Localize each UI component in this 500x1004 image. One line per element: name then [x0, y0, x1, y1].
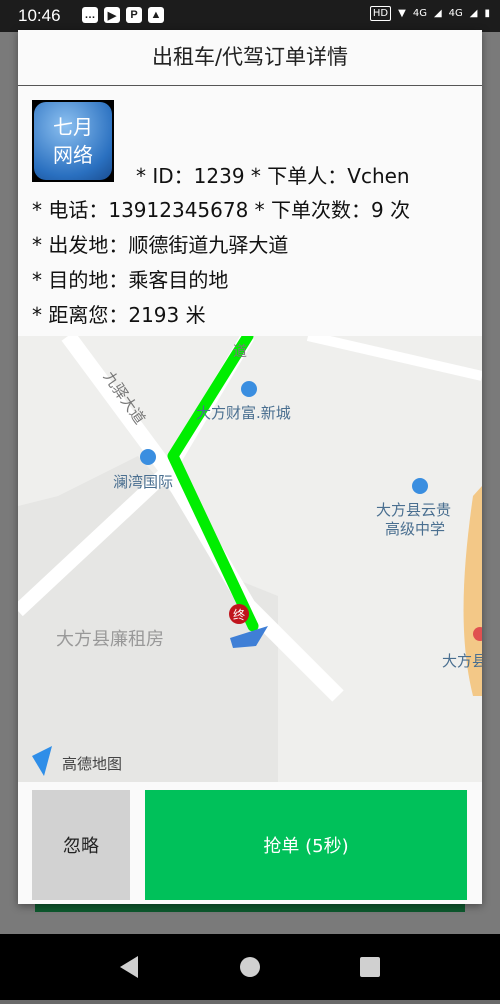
info-id-user: * ID：1239 * 下单人：Vchen — [136, 164, 410, 188]
map-view[interactable]: 终 九驿大道 道 大方财富.新城 澜湾国际 大方县云贵 高级中学 大方县廉租房 … — [18, 336, 482, 818]
end-marker-label: 终 — [233, 607, 245, 622]
poi-label-1: 大方财富.新城 — [196, 404, 291, 422]
school-icon — [412, 478, 428, 494]
order-dialog: 出租车/代驾订单详情 七月 网络 * ID：1239 * 下单人：Vchen *… — [18, 30, 482, 904]
info-destination: * 目的地：乘客目的地 — [32, 268, 229, 292]
p-app-icon: P — [126, 7, 142, 23]
status-bar: 10:46 … ▶ P ▲ HD ▼ 4G ◢ 4G ◢ ▮ — [0, 0, 500, 32]
nav-buttons — [120, 956, 380, 978]
battery-icon: ▮ — [484, 8, 490, 19]
signal-icon-2: ◢ — [469, 8, 478, 19]
road-label-top: 道 — [233, 344, 247, 360]
navigation-bar — [0, 934, 500, 1000]
home-icon[interactable] — [240, 957, 260, 977]
back-icon[interactable] — [120, 956, 138, 978]
status-right: HD ▼ 4G ◢ 4G ◢ ▮ — [369, 6, 490, 21]
dialog-title: 出租车/代驾订单详情 — [18, 30, 482, 86]
grab-order-button[interactable]: 抢单 (5秒) — [145, 790, 467, 900]
status-time: 10:46 — [18, 6, 61, 25]
map-canvas: 终 九驿大道 道 大方财富.新城 澜湾国际 大方县云贵 高级中学 大方县廉租房 … — [18, 336, 482, 818]
action-bar: 忽略 抢单 (5秒) — [18, 782, 482, 904]
map-logo-label: 高德地图 — [62, 755, 122, 773]
poi-label-2: 澜湾国际 — [113, 473, 173, 491]
poi-icon-2 — [140, 449, 156, 465]
avatar-logo: 七月 网络 — [34, 102, 112, 180]
poi-label-3a: 大方县云贵 — [376, 501, 451, 519]
recents-icon[interactable] — [360, 957, 380, 977]
order-info: 七月 网络 * ID：1239 * 下单人：Vchen * 电话：1391234… — [18, 86, 482, 337]
image-icon: ▲ — [148, 7, 164, 23]
wifi-icon: ▼ — [398, 8, 406, 19]
info-origin: * 出发地：顺德街道九驿大道 — [32, 233, 289, 257]
signal-label-2: 4G — [448, 8, 463, 19]
info-phone-count: * 电话：13912345678 * 下单次数：9 次 — [32, 198, 411, 222]
poi-label-3b: 高级中学 — [385, 520, 445, 538]
signal-icon-1: ◢ — [433, 8, 442, 19]
hd-icon: HD — [369, 6, 392, 21]
avatar: 七月 网络 — [32, 100, 114, 182]
underlying-button — [35, 904, 465, 912]
play-icon: ▶ — [104, 7, 120, 23]
signal-label-1: 4G — [412, 8, 427, 19]
poi-icon-1 — [241, 381, 257, 397]
poi-label-5: 大方县 — [442, 652, 482, 670]
message-icon: … — [82, 7, 98, 23]
info-distance: * 距离您：2193 米 — [32, 303, 206, 327]
ignore-button[interactable]: 忽略 — [32, 790, 130, 900]
poi-label-4: 大方县廉租房 — [56, 629, 164, 650]
notification-icons: … ▶ P ▲ — [82, 7, 164, 23]
